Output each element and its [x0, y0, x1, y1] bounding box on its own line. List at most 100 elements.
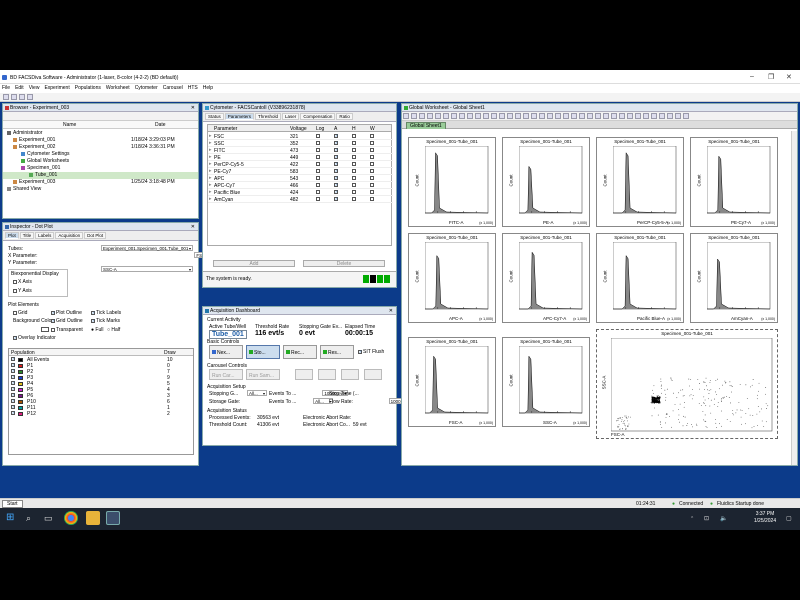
- population-color-swatch[interactable]: [18, 364, 23, 368]
- worksheet-tool-icon[interactable]: [579, 113, 585, 119]
- log-checkbox[interactable]: [316, 155, 320, 159]
- task-view-icon[interactable]: ▭: [44, 511, 58, 525]
- windows-start-icon[interactable]: ⊞: [6, 511, 20, 525]
- menu-populations[interactable]: Populations: [75, 85, 101, 91]
- menu-experiment[interactable]: Experiment: [44, 85, 69, 91]
- tab-plot[interactable]: Plot: [5, 232, 19, 239]
- worksheet-tool-icon[interactable]: [667, 113, 673, 119]
- worksheet-tool-icon[interactable]: [523, 113, 529, 119]
- add-button[interactable]: Add: [213, 260, 295, 267]
- clock-time[interactable]: 3:37 PM: [750, 511, 780, 517]
- worksheet-tool-icon[interactable]: [595, 113, 601, 119]
- worksheet-tool-icon[interactable]: [435, 113, 441, 119]
- width-checkbox[interactable]: [370, 176, 374, 180]
- file-explorer-icon[interactable]: [86, 511, 100, 525]
- worksheet-tool-icon[interactable]: [619, 113, 625, 119]
- width-checkbox[interactable]: [370, 162, 374, 166]
- tab-dot-plot[interactable]: Dot Plot: [84, 232, 107, 239]
- carousel-filter-button[interactable]: [295, 369, 313, 380]
- histogram-plot[interactable]: Specimen_001-Tube_001 Count PerCP-Cy5-5-A(…: [596, 137, 684, 227]
- tab-laser[interactable]: Laser: [282, 113, 300, 120]
- log-checkbox[interactable]: [316, 148, 320, 152]
- population-row[interactable]: P12 2: [9, 411, 193, 417]
- population-checkbox[interactable]: [11, 363, 15, 367]
- tree-item[interactable]: Tube_001: [3, 172, 198, 179]
- yparam-select[interactable]: SSC-A: [101, 266, 193, 272]
- population-color-swatch[interactable]: [18, 376, 23, 380]
- run-carousel-button[interactable]: Run Car...: [209, 369, 243, 380]
- worksheet-tool-icon[interactable]: [403, 113, 409, 119]
- width-checkbox[interactable]: [370, 134, 374, 138]
- log-checkbox[interactable]: [316, 162, 320, 166]
- worksheet-tool-icon[interactable]: [475, 113, 481, 119]
- close-icon[interactable]: ✕: [191, 104, 195, 112]
- toolbar-button-icon[interactable]: [3, 94, 9, 100]
- worksheet-tool-icon[interactable]: [459, 113, 465, 119]
- menu-cytometer[interactable]: Cytometer: [135, 85, 158, 91]
- worksheet-tool-icon[interactable]: [411, 113, 417, 119]
- restart-button[interactable]: Res...: [320, 345, 354, 359]
- overlay-checkbox[interactable]: Overlay Indicator: [13, 335, 56, 341]
- histogram-plot[interactable]: Specimen_001-Tube_001 Count APC-Cy7-A (x 1,…: [502, 233, 590, 323]
- search-icon[interactable]: ⌕: [26, 511, 40, 525]
- toolbar-button-icon[interactable]: [19, 94, 25, 100]
- menu-help[interactable]: Help: [203, 85, 213, 91]
- worksheet-tool-icon[interactable]: [491, 113, 497, 119]
- area-checkbox[interactable]: [334, 183, 338, 187]
- tab-ratio[interactable]: Ratio: [336, 113, 353, 120]
- minimize-icon[interactable]: –: [750, 73, 754, 80]
- width-checkbox[interactable]: [370, 148, 374, 152]
- stopping-gate-select[interactable]: All...: [247, 390, 267, 396]
- menu-file[interactable]: File: [2, 85, 10, 91]
- area-checkbox[interactable]: [334, 197, 338, 201]
- population-color-swatch[interactable]: [18, 400, 23, 404]
- worksheet-tool-icon[interactable]: [587, 113, 593, 119]
- parameter-row[interactable]: ▸ PerCP-Cy5-5 422: [208, 161, 393, 168]
- worksheet-tool-icon[interactable]: [683, 113, 689, 119]
- tick-marks-checkbox[interactable]: Tick Marks: [91, 318, 120, 324]
- height-checkbox[interactable]: [352, 148, 356, 152]
- histogram-plot[interactable]: Specimen_001-Tube_001 Count AmCyan-A (x 1,0…: [690, 233, 778, 323]
- tab-parameters[interactable]: Parameters: [224, 113, 255, 120]
- plot-outline-checkbox[interactable]: Plot Outline: [51, 310, 82, 316]
- area-checkbox[interactable]: [334, 148, 338, 152]
- tray-chevron-icon[interactable]: ⌃: [690, 516, 694, 522]
- population-checkbox[interactable]: [11, 405, 15, 409]
- worksheet-tool-icon[interactable]: [483, 113, 489, 119]
- population-color-swatch[interactable]: [18, 382, 23, 386]
- parameter-row[interactable]: ▸ PE 449: [208, 154, 393, 161]
- delete-button[interactable]: Delete: [303, 260, 385, 267]
- height-checkbox[interactable]: [352, 155, 356, 159]
- tab-threshold[interactable]: Threshold: [255, 113, 282, 120]
- parameter-row[interactable]: ▸ Pacific Blue 424: [208, 189, 393, 196]
- population-color-swatch[interactable]: [18, 370, 23, 374]
- height-checkbox[interactable]: [352, 141, 356, 145]
- width-checkbox[interactable]: [370, 183, 374, 187]
- worksheet-tool-icon[interactable]: [515, 113, 521, 119]
- run-sample-button[interactable]: Run Sam...: [246, 369, 280, 380]
- carousel-end-button[interactable]: [364, 369, 382, 380]
- parameter-row[interactable]: ▸ FSC 321: [208, 133, 393, 140]
- worksheet-tool-icon[interactable]: [627, 113, 633, 119]
- close-icon[interactable]: ✕: [786, 73, 792, 81]
- menu-view[interactable]: View: [29, 85, 40, 91]
- x-axis-checkbox[interactable]: X Axis: [13, 279, 32, 285]
- worksheet-tool-icon[interactable]: [467, 113, 473, 119]
- sit-flush-checkbox[interactable]: SIT Flush: [358, 349, 384, 355]
- height-checkbox[interactable]: [352, 169, 356, 173]
- population-checkbox[interactable]: [11, 387, 15, 391]
- tab-status[interactable]: Status: [205, 113, 224, 120]
- worksheet-tool-icon[interactable]: [547, 113, 553, 119]
- restore-icon[interactable]: ❐: [768, 73, 774, 81]
- histogram-plot[interactable]: Specimen_001-Tube_001 Count PE-A (x 1,000): [502, 137, 590, 227]
- histogram-plot[interactable]: Specimen_001-Tube_001 Count Pacific Blue-A…: [596, 233, 684, 323]
- bg-color-swatch[interactable]: [41, 327, 49, 332]
- menu-edit[interactable]: Edit: [15, 85, 24, 91]
- record-button[interactable]: Rec...: [283, 345, 317, 359]
- worksheet-tool-icon[interactable]: [539, 113, 545, 119]
- notification-icon[interactable]: ▢: [786, 515, 792, 522]
- population-checkbox[interactable]: [11, 411, 15, 415]
- parameter-row[interactable]: ▸ AmCyan 482: [208, 196, 393, 203]
- worksheet-tool-icon[interactable]: [635, 113, 641, 119]
- worksheet-tool-icon[interactable]: [443, 113, 449, 119]
